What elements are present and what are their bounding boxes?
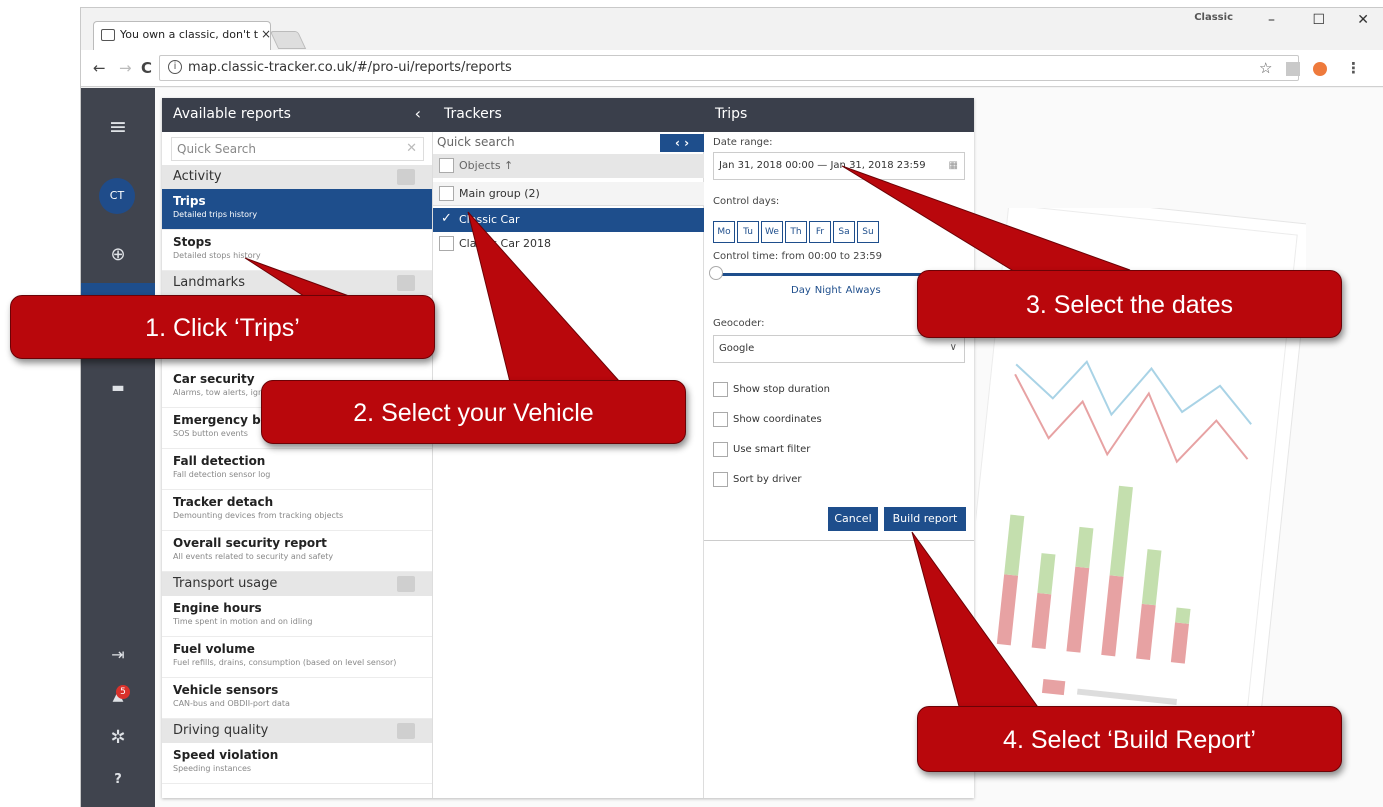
- callout-pointer-1: [244, 257, 361, 301]
- callout-select-dates: 3. Select the dates: [917, 270, 1342, 338]
- callout-pointer-2: [467, 211, 622, 383]
- callout-pointer-4: [911, 531, 1041, 711]
- callout-pointers: [244, 165, 1131, 711]
- callout-select-vehicle: 2. Select your Vehicle: [261, 380, 686, 444]
- screenshot: You own a classic, don't t × Classic – ☐…: [0, 0, 1383, 807]
- callout-pointer-3: [841, 165, 1131, 276]
- callout-build-report: 4. Select ‘Build Report’: [917, 706, 1342, 772]
- callout-click-trips: 1. Click ‘Trips’: [10, 295, 435, 359]
